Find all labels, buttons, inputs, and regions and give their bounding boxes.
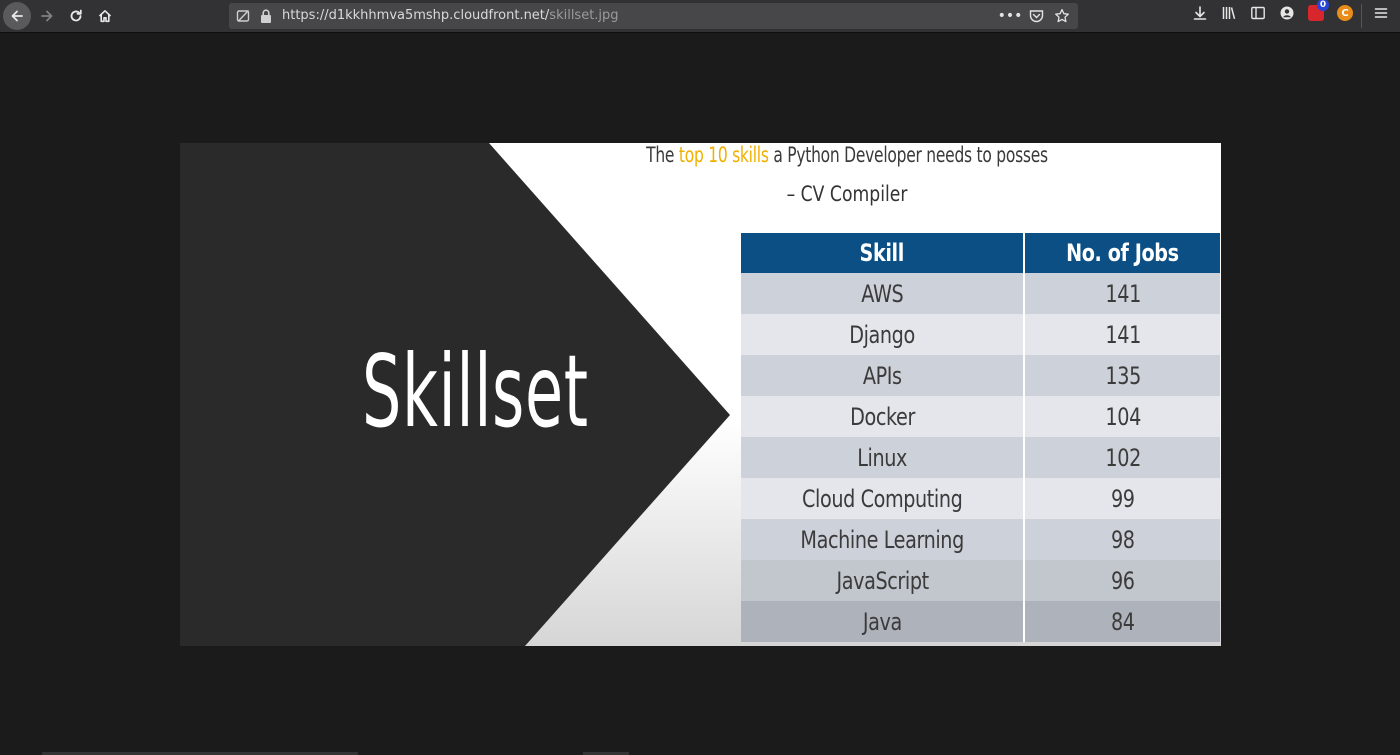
jobs-cell: 98 [1024,519,1220,560]
jobs-cell: 141 [1024,314,1220,355]
jobs-cell: 99 [1024,478,1220,519]
table-row: Docker 104 [741,396,1220,437]
skill-cell: Java [741,601,1026,642]
extension-letter: C [1337,5,1353,21]
skill-cell: Linux [741,437,1026,478]
table-row: APIs 135 [741,355,1220,396]
browser-toolbar: https://d1kkhhmva5mshp.cloudfront.net/sk… [0,0,1400,33]
pocket-icon[interactable] [1026,6,1046,26]
url-path: skillset.jpg [549,8,619,23]
jobs-cell: 141 [1024,273,1220,314]
url-bar[interactable]: https://d1kkhhmva5mshp.cloudfront.net/sk… [229,3,1078,29]
table-row: JavaScript 96 [741,560,1220,601]
table-row: Java 84 [741,601,1220,642]
slide-title: The top 10 skills a Python Developer nee… [581,143,1114,167]
forward-arrow-icon[interactable] [34,3,60,29]
skillset-image: The top 10 skills a Python Developer nee… [180,143,1221,646]
extension-red-icon[interactable]: 0 [1303,0,1329,26]
sidebar-icon[interactable] [1245,0,1271,26]
jobs-cell: 104 [1024,396,1220,437]
skill-cell: Docker [741,396,1026,437]
skill-cell: Cloud Computing [741,478,1026,519]
skill-cell: JavaScript [741,560,1026,601]
table-header-row: Skill No. of Jobs [741,233,1220,273]
download-icon[interactable] [1187,0,1213,26]
url-actions: ••• [998,6,1072,26]
skill-cell: Django [741,314,1026,355]
table-row: Cloud Computing 99 [741,478,1220,519]
jobs-cell: 135 [1024,355,1220,396]
toolbar-divider [1361,4,1362,28]
jobs-cell: 96 [1024,560,1220,601]
skill-cell: APIs [741,355,1026,396]
reload-icon[interactable] [63,3,89,29]
back-arrow-icon[interactable] [3,2,31,30]
skill-cell: AWS [741,273,1026,314]
tracking-protection-icon[interactable] [233,6,253,26]
more-actions-icon[interactable]: ••• [998,6,1023,26]
library-icon[interactable] [1216,0,1242,26]
header-jobs: No. of Jobs [1024,233,1220,273]
bookmark-star-icon[interactable] [1052,6,1072,26]
title-highlight: top 10 skills [678,143,769,167]
jobs-cell: 102 [1024,437,1220,478]
url-host: https://d1kkhhmva5mshp.cloudfront.net/ [282,8,550,23]
home-icon[interactable] [92,3,118,29]
header-skill: Skill [741,233,1026,273]
title-suffix: a Python Developer needs to posses [768,143,1048,167]
table-row: AWS 141 [741,273,1220,314]
extension-badge: 0 [1317,0,1329,11]
table-row: Linux 102 [741,437,1220,478]
table-row: Django 141 [741,314,1220,355]
skills-table: Skill No. of Jobs AWS 141 Django 141 API… [741,233,1220,642]
skill-cell: Machine Learning [741,519,1026,560]
account-icon[interactable] [1274,0,1300,26]
hamburger-menu-icon[interactable] [1368,0,1394,26]
lock-icon[interactable] [259,8,275,24]
extension-orange-icon[interactable]: C [1332,0,1358,26]
table-row: Machine Learning 98 [741,519,1220,560]
title-prefix: The [646,143,679,167]
url-text[interactable]: https://d1kkhhmva5mshp.cloudfront.net/sk… [282,8,619,23]
skillset-heading: Skillset [362,333,589,450]
slide-subtitle: – CV Compiler [786,182,908,206]
jobs-cell: 84 [1024,601,1220,642]
